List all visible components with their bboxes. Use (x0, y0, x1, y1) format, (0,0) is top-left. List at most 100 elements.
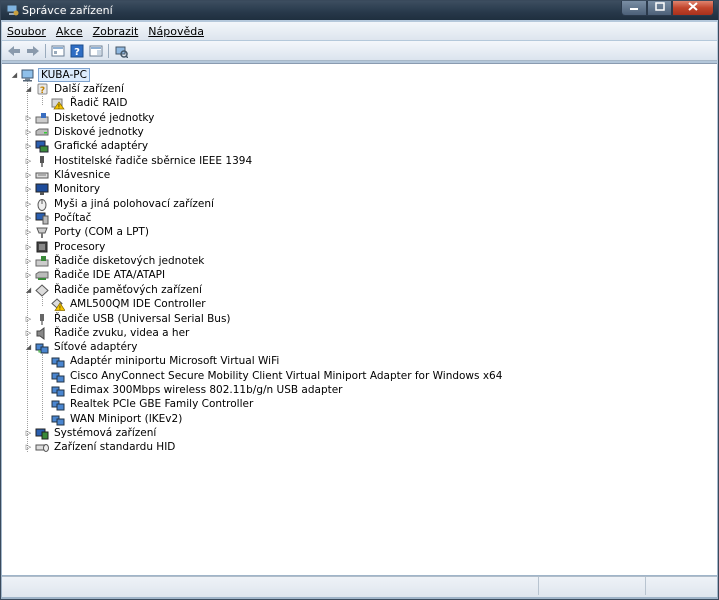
network-adapter-icon (51, 384, 65, 397)
tree-node-pocitac[interactable]: ▷ Počítač (24, 211, 93, 225)
tree-node-radic-raid[interactable]: ! Řadič RAID (42, 96, 129, 110)
tree-node-label: Zařízení standardu HID (54, 441, 176, 453)
tree-node-cisco-anyconnect[interactable]: Cisco AnyConnect Secure Mobility Client … (42, 369, 504, 383)
menu-bar: Soubor Akce Zobrazit Nápověda (2, 22, 717, 40)
tree-node-label: Řadiče IDE ATA/ATAPI (54, 269, 166, 281)
maximize-icon (654, 2, 665, 14)
scan-hardware-icon[interactable] (113, 43, 129, 59)
expand-toggle-icon[interactable]: ▷ (24, 429, 33, 438)
tree-node-graficke-adaptery[interactable]: ▷ Grafické adaptéry (24, 139, 150, 153)
expand-toggle-icon[interactable]: ▷ (24, 443, 33, 452)
computer-small-icon (35, 212, 49, 225)
floppy-controller-icon (35, 255, 49, 268)
network-adapter-icon (51, 355, 65, 368)
expand-toggle-icon[interactable]: ▷ (24, 214, 33, 223)
tree-node-label: Řadiče USB (Universal Serial Bus) (54, 313, 231, 325)
minimize-icon (629, 3, 639, 14)
tree-node-ieee1394[interactable]: ▷ Hostitelské řadiče sběrnice IEEE 1394 (24, 154, 254, 168)
tree-root-label: KUBA-PC (38, 68, 90, 82)
tree-node-label: Disketové jednotky (54, 112, 155, 124)
tree-node-label: Monitory (54, 183, 101, 195)
expand-toggle-icon[interactable]: ▷ (24, 257, 33, 266)
mouse-icon (35, 198, 49, 211)
expand-toggle-icon[interactable]: ▷ (24, 157, 33, 166)
caption-buttons (621, 1, 714, 18)
device-manager-window: Správce zařízení Soubor Akce Zobrazit Ná… (0, 0, 719, 600)
tree-node-edimax[interactable]: Edimax 300Mbps wireless 802.11b/g/n USB … (42, 383, 345, 397)
floppy-drive-icon (35, 112, 49, 125)
expand-toggle-icon[interactable]: ▷ (24, 329, 33, 338)
tree-node-radice-ide[interactable]: ▷ Řadiče IDE ATA/ATAPI (24, 268, 167, 282)
minimize-button[interactable] (621, 1, 647, 16)
expand-toggle-icon[interactable]: ▷ (24, 200, 33, 209)
network-adapter-icon (51, 398, 65, 411)
tree-node-sitove-adaptery[interactable]: ◢ Síťové adaptéry (24, 340, 139, 354)
tree-node-virtual-wifi[interactable]: Adaptér miniportu Microsoft Virtual WiFi (42, 354, 281, 368)
title-bar[interactable]: Správce zařízení (1, 1, 718, 20)
expand-toggle-icon[interactable]: ▷ (24, 271, 33, 280)
collapse-toggle-icon[interactable]: ◢ (24, 85, 33, 94)
tree-node-label: Řadiče disketových jednotek (54, 255, 205, 267)
menu-napoveda[interactable]: Nápověda (143, 25, 209, 38)
unknown-device-icon: ? (35, 83, 49, 96)
status-bar (2, 576, 717, 597)
tree-root-kuba-pc[interactable]: ◢ KUBA-PC (10, 68, 90, 82)
back-arrow-icon[interactable] (6, 43, 22, 59)
tree-node-radice-disketovych[interactable]: ▷ Řadiče disketových jednotek (24, 254, 206, 268)
collapse-toggle-icon[interactable]: ◢ (24, 286, 33, 295)
tree-node-realtek[interactable]: Realtek PCIe GBE Family Controller (42, 397, 255, 411)
tree-node-hid[interactable]: ▷ Zařízení standardu HID (24, 440, 177, 454)
tree-node-mysi[interactable]: ▷ Myši a jiná polohovací zařízení (24, 197, 216, 211)
network-adapter-icon (35, 341, 49, 354)
close-button[interactable] (672, 1, 714, 16)
display-adapter-icon (35, 140, 49, 153)
tree-node-label: Řadiče zvuku, videa a her (54, 327, 190, 339)
menu-zobrazit[interactable]: Zobrazit (88, 25, 144, 38)
tree-node-label: Realtek PCIe GBE Family Controller (70, 398, 254, 410)
console-tree-icon[interactable] (88, 43, 104, 59)
collapse-toggle-icon[interactable]: ◢ (10, 71, 19, 80)
tree-node-disketove-jednotky[interactable]: ▷ Disketové jednotky (24, 111, 156, 125)
tree-node-label: Myši a jiná polohovací zařízení (54, 198, 214, 210)
tree-node-porty[interactable]: ▷ Porty (COM a LPT) (24, 225, 151, 239)
tree-node-systemova-zarizeni[interactable]: ▷ Systémová zařízení (24, 426, 158, 440)
menu-akce[interactable]: Akce (51, 25, 88, 38)
properties-view-icon[interactable] (50, 43, 66, 59)
maximize-button[interactable] (647, 1, 672, 16)
expand-toggle-icon[interactable]: ▷ (24, 171, 33, 180)
tree-node-klavesnice[interactable]: ▷ Klávesnice (24, 168, 112, 182)
expand-toggle-icon[interactable]: ▷ (24, 315, 33, 324)
tree-node-radice-zvuku[interactable]: ▷ Řadiče zvuku, videa a her (24, 326, 191, 340)
help-icon[interactable]: ? (69, 43, 85, 59)
svg-text:?: ? (40, 86, 45, 96)
svg-text:!: ! (58, 103, 60, 110)
tree-node-dalsi-zarizeni[interactable]: ◢ ? Další zařízení (24, 82, 126, 96)
system-device-icon (35, 427, 49, 440)
tree-node-radice-pametovych[interactable]: ◢ Řadiče paměťových zařízení (24, 283, 204, 297)
window-title: Správce zařízení (22, 4, 113, 17)
ieee1394-icon (35, 155, 49, 168)
expand-toggle-icon[interactable]: ▷ (24, 128, 33, 137)
tree-node-wan-miniport[interactable]: WAN Miniport (IKEv2) (42, 412, 184, 426)
expand-toggle-icon[interactable]: ▷ (24, 228, 33, 237)
usb-icon (35, 313, 49, 326)
device-tree[interactable]: ◢ KUBA-PC ◢ ? Další zařízení ! Řadič RAI… (2, 63, 717, 575)
toolbar-separator (108, 43, 109, 58)
tree-node-radice-usb[interactable]: ▷ Řadiče USB (Universal Serial Bus) (24, 312, 233, 326)
expand-toggle-icon[interactable]: ▷ (24, 142, 33, 151)
network-adapter-icon (51, 370, 65, 383)
collapse-toggle-icon[interactable]: ◢ (24, 343, 33, 352)
tree-node-label: Procesory (54, 241, 106, 253)
tree-node-monitory[interactable]: ▷ Monitory (24, 182, 102, 196)
tree-node-procesory[interactable]: ▷ Procesory (24, 240, 107, 254)
tree-node-diskove-jednotky[interactable]: ▷ Diskové jednotky (24, 125, 146, 139)
expand-toggle-icon[interactable]: ▷ (24, 185, 33, 194)
forward-arrow-icon[interactable] (25, 43, 41, 59)
tree-node-label: Počítač (54, 212, 92, 224)
expand-toggle-icon[interactable]: ▷ (24, 243, 33, 252)
expand-toggle-icon[interactable]: ▷ (24, 114, 33, 123)
processor-icon (35, 241, 49, 254)
tree-node-aml500qm[interactable]: ! AML500QM IDE Controller (42, 297, 208, 311)
toolbar: ? (2, 41, 717, 61)
menu-soubor[interactable]: Soubor (2, 25, 51, 38)
